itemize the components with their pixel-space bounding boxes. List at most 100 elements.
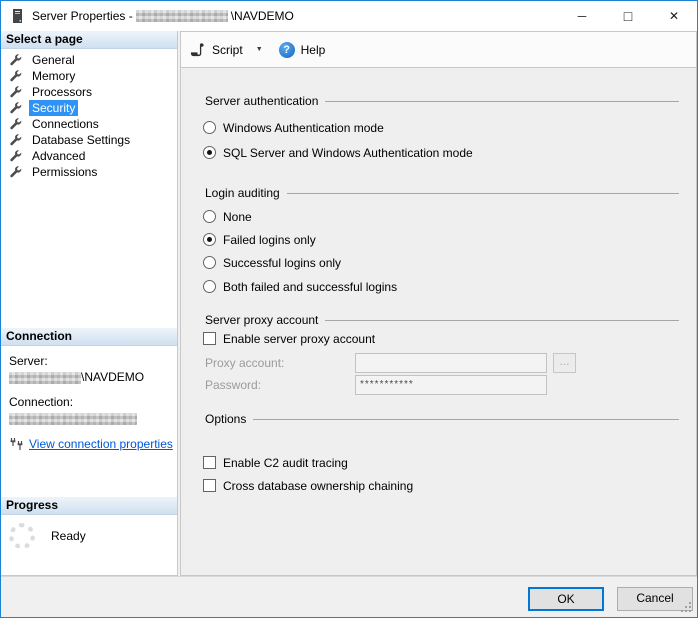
radio-successful-logins-only[interactable]: Successful logins only — [203, 255, 341, 270]
window-controls: ─ □ ✕ — [559, 1, 697, 31]
group-title: Server proxy account — [205, 313, 318, 327]
radio-failed-logins-only[interactable]: Failed logins only — [203, 232, 316, 247]
wrench-icon — [9, 118, 22, 131]
connection-panel: Connection Server: \NAVDEMO Connection: — [1, 328, 177, 451]
maximize-button[interactable]: □ — [605, 1, 651, 31]
sidebar-item-label: Processors — [29, 84, 95, 100]
wrench-icon — [9, 134, 22, 147]
radio-label: Successful logins only — [223, 256, 341, 270]
window-title-suffix: \NAVDEMO — [231, 9, 294, 23]
sidebar-item-label: Permissions — [29, 164, 100, 180]
ok-button[interactable]: OK — [528, 587, 604, 611]
checkbox-label: Enable server proxy account — [223, 332, 375, 346]
browse-button: ... — [553, 353, 576, 373]
radio-label: None — [223, 210, 252, 224]
help-button[interactable]: ? Help — [279, 42, 326, 58]
radio-label: SQL Server and Windows Authentication mo… — [223, 146, 473, 160]
redacted-server-name — [136, 10, 228, 22]
server-value: \NAVDEMO — [9, 370, 173, 384]
script-button[interactable]: Script ▼ — [190, 42, 263, 57]
sidebar-item-general[interactable]: General — [1, 52, 177, 68]
server-proxy-account-group: Server proxy account — [205, 313, 679, 327]
window-title-prefix: Server Properties - — [32, 9, 133, 23]
radio-none[interactable]: None — [203, 209, 252, 224]
radio-icon[interactable] — [203, 121, 216, 134]
password-label: Password: — [205, 378, 261, 392]
script-label: Script — [212, 43, 243, 57]
wrench-icon — [9, 86, 22, 99]
server-authentication-group: Server authentication — [205, 94, 679, 108]
resize-grip[interactable] — [681, 602, 692, 613]
server-icon — [10, 8, 24, 24]
server-label: Server: — [9, 354, 173, 368]
server-value-suffix: \NAVDEMO — [81, 370, 144, 384]
wrench-icon — [9, 54, 22, 67]
wrench-icon — [9, 166, 22, 179]
password-field: *********** — [355, 375, 547, 395]
sidebar-item-label: General — [29, 52, 78, 68]
sidebar-item-database-settings[interactable]: Database Settings — [1, 132, 177, 148]
checkbox-icon[interactable] — [203, 332, 216, 345]
help-label: Help — [301, 43, 326, 57]
redacted-connection-value — [9, 413, 137, 425]
sidebar-item-label: Memory — [29, 68, 78, 84]
group-title: Options — [205, 412, 246, 426]
script-icon — [190, 42, 205, 57]
checkbox-enable-c2-audit[interactable]: Enable C2 audit tracing — [203, 455, 348, 470]
radio-both-failed-successful[interactable]: Both failed and successful logins — [203, 279, 397, 294]
sidebar: Select a page General Memory Processors … — [1, 31, 178, 576]
checkbox-label: Enable C2 audit tracing — [223, 456, 348, 470]
radio-label: Failed logins only — [223, 233, 316, 247]
title-bar: Server Properties - \NAVDEMO ─ □ ✕ — [1, 1, 697, 31]
radio-sql-windows-authentication[interactable]: SQL Server and Windows Authentication mo… — [203, 145, 473, 160]
toolbar: Script ▼ ? Help — [180, 31, 697, 68]
group-title: Login auditing — [205, 186, 280, 200]
page-list: General Memory Processors Security Conne… — [1, 49, 177, 180]
radio-icon[interactable] — [203, 256, 216, 269]
checkbox-cross-db-ownership[interactable]: Cross database ownership chaining — [203, 478, 413, 493]
sidebar-item-security[interactable]: Security — [1, 100, 177, 116]
security-page-content: Server authentication Windows Authentica… — [180, 68, 697, 576]
server-properties-dialog: Server Properties - \NAVDEMO ─ □ ✕ Selec… — [0, 0, 698, 618]
close-button[interactable]: ✕ — [651, 1, 697, 31]
radio-label: Both failed and successful logins — [223, 280, 397, 294]
sidebar-item-connections[interactable]: Connections — [1, 116, 177, 132]
help-icon: ? — [279, 42, 295, 58]
sidebar-item-memory[interactable]: Memory — [1, 68, 177, 84]
minimize-button[interactable]: ─ — [559, 1, 605, 31]
window-title: Server Properties - \NAVDEMO — [32, 9, 294, 23]
redacted-server-value — [9, 372, 81, 384]
dialog-footer: OK Cancel — [1, 576, 697, 617]
radio-icon[interactable] — [203, 210, 216, 223]
radio-label: Windows Authentication mode — [223, 121, 384, 135]
radio-icon[interactable] — [203, 280, 216, 293]
chevron-down-icon[interactable]: ▼ — [256, 46, 263, 53]
sidebar-item-label: Database Settings — [29, 132, 133, 148]
proxy-account-label: Proxy account: — [205, 356, 284, 370]
connection-value — [9, 411, 173, 425]
group-title: Server authentication — [205, 94, 318, 108]
progress-header: Progress — [1, 497, 177, 515]
login-auditing-group: Login auditing — [205, 186, 679, 200]
sidebar-item-label: Connections — [29, 116, 102, 132]
radio-windows-authentication[interactable]: Windows Authentication mode — [203, 120, 384, 135]
checkbox-icon[interactable] — [203, 479, 216, 492]
checkbox-icon[interactable] — [203, 456, 216, 469]
connection-header: Connection — [1, 328, 177, 346]
sidebar-item-advanced[interactable]: Advanced — [1, 148, 177, 164]
progress-spinner-icon — [9, 523, 35, 549]
sidebar-item-label: Security — [29, 100, 78, 116]
options-group: Options — [205, 412, 679, 426]
wrench-icon — [9, 102, 22, 115]
radio-icon-selected[interactable] — [203, 233, 216, 246]
sidebar-item-permissions[interactable]: Permissions — [1, 164, 177, 180]
checkbox-enable-server-proxy[interactable]: Enable server proxy account — [203, 331, 375, 346]
view-connection-properties-link[interactable]: View connection properties — [29, 437, 173, 451]
progress-status: Ready — [51, 529, 86, 549]
connection-properties-icon — [9, 437, 23, 451]
progress-panel: Progress Ready — [1, 497, 177, 549]
radio-icon-selected[interactable] — [203, 146, 216, 159]
sidebar-item-processors[interactable]: Processors — [1, 84, 177, 100]
select-a-page-header: Select a page — [1, 31, 177, 49]
connection-label: Connection: — [9, 395, 173, 409]
